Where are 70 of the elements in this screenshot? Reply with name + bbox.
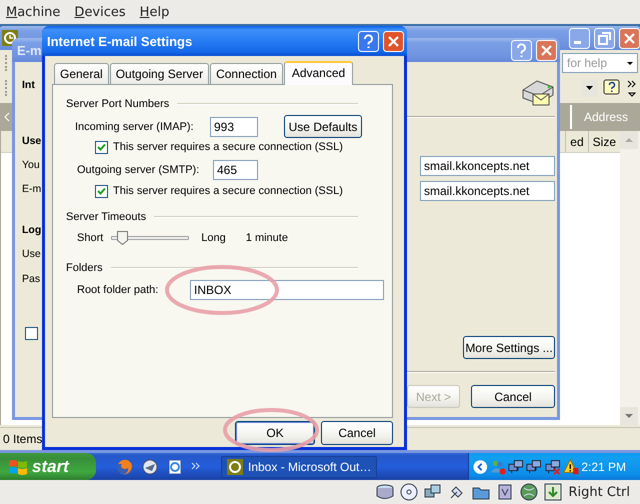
tab[interactable]: Advanced [284,61,354,85]
optical-disc-icon[interactable] [398,482,418,502]
field-label: Incoming server (IMAP): [75,120,195,132]
keyboard-capture-icon[interactable] [542,482,562,502]
field-label: You [22,158,40,172]
checkbox[interactable] [95,140,108,154]
group-title: Server Port Numbers [66,98,170,110]
toolbar-grip[interactable] [5,80,8,96]
field-label: Use [22,247,41,261]
window-title: E-m [17,42,42,58]
status-text: 0 Items [2,432,42,446]
tab[interactable]: Outgoing Server [110,63,210,84]
close-icon[interactable] [619,28,640,48]
checkbox[interactable] [25,327,38,340]
browser-icon[interactable] [116,458,134,476]
hard-disk-icon[interactable] [374,482,394,502]
toolbar-grip[interactable] [5,54,8,70]
host-key-label: Right Ctrl [568,484,630,500]
slider-thumb[interactable] [116,231,128,245]
checkbox[interactable] [95,184,108,198]
cancel-button[interactable]: Cancel [471,385,555,408]
globe-icon[interactable] [518,482,538,502]
caret-icon [586,86,594,90]
field-label: Root folder path: [77,284,160,296]
tab[interactable]: General [54,63,109,84]
section-heading: Log [22,223,42,237]
dropdown-button[interactable] [582,79,598,97]
field-label: Pas [22,272,40,286]
page-icon[interactable] [166,458,184,476]
menu-item[interactable]: Help [140,4,170,20]
menu-item[interactable]: Devices [74,4,126,20]
more-settings-button[interactable]: More Settings ... [463,336,555,359]
use-defaults-button[interactable]: Use Defaults [284,115,362,138]
slider-min-label: Short [77,232,104,244]
network-icon[interactable] [508,458,524,476]
windows-logo-icon [8,458,28,476]
warning-icon[interactable] [562,458,580,476]
scroll-down-icon[interactable] [620,407,638,425]
column-header[interactable]: ed [565,131,588,152]
menu-item[interactable]: Machine [6,4,60,20]
cancel-button[interactable]: Cancel [321,421,393,445]
checkbox-label: This server requires a secure connection (SSL) [113,185,343,197]
field-label: E-m [22,182,42,196]
app-icon [227,458,243,474]
server-field[interactable]: smail.kkoncepts.net [420,181,555,201]
port-field[interactable]: 993 [210,116,258,136]
timeout-reading: 1 minute [246,232,288,244]
email-client-icon[interactable] [141,458,159,476]
server-icon [521,78,555,108]
section-heading: Use [22,134,42,148]
timeout-slider[interactable] [111,231,190,245]
close-icon[interactable] [536,40,557,60]
root-folder-field[interactable]: INBOX [190,280,384,300]
slider-max-label: Long [201,232,226,244]
taskbar-button[interactable]: Inbox - Microsoft Out… [221,456,377,478]
tab[interactable]: Connection [210,63,283,84]
port-field[interactable]: 465 [213,160,258,180]
chevron-icon[interactable] [626,78,638,98]
group-title: Folders [66,262,103,274]
checkbox-label: This server requires a secure connection (SSL) [113,141,343,153]
ok-button[interactable]: OK [235,421,315,445]
chevron-left-icon[interactable] [473,458,488,474]
section-heading: Int [22,78,35,92]
window-title: Internet E-mail Settings [47,34,194,48]
close-icon[interactable] [383,30,404,52]
group-title: Server Timeouts [66,211,146,223]
network-icon[interactable] [526,458,543,476]
field-label: Outgoing server (SMTP): [77,164,200,176]
network-disconnected-icon[interactable] [544,458,561,476]
server-field[interactable]: smail.kkoncepts.net [420,156,555,176]
